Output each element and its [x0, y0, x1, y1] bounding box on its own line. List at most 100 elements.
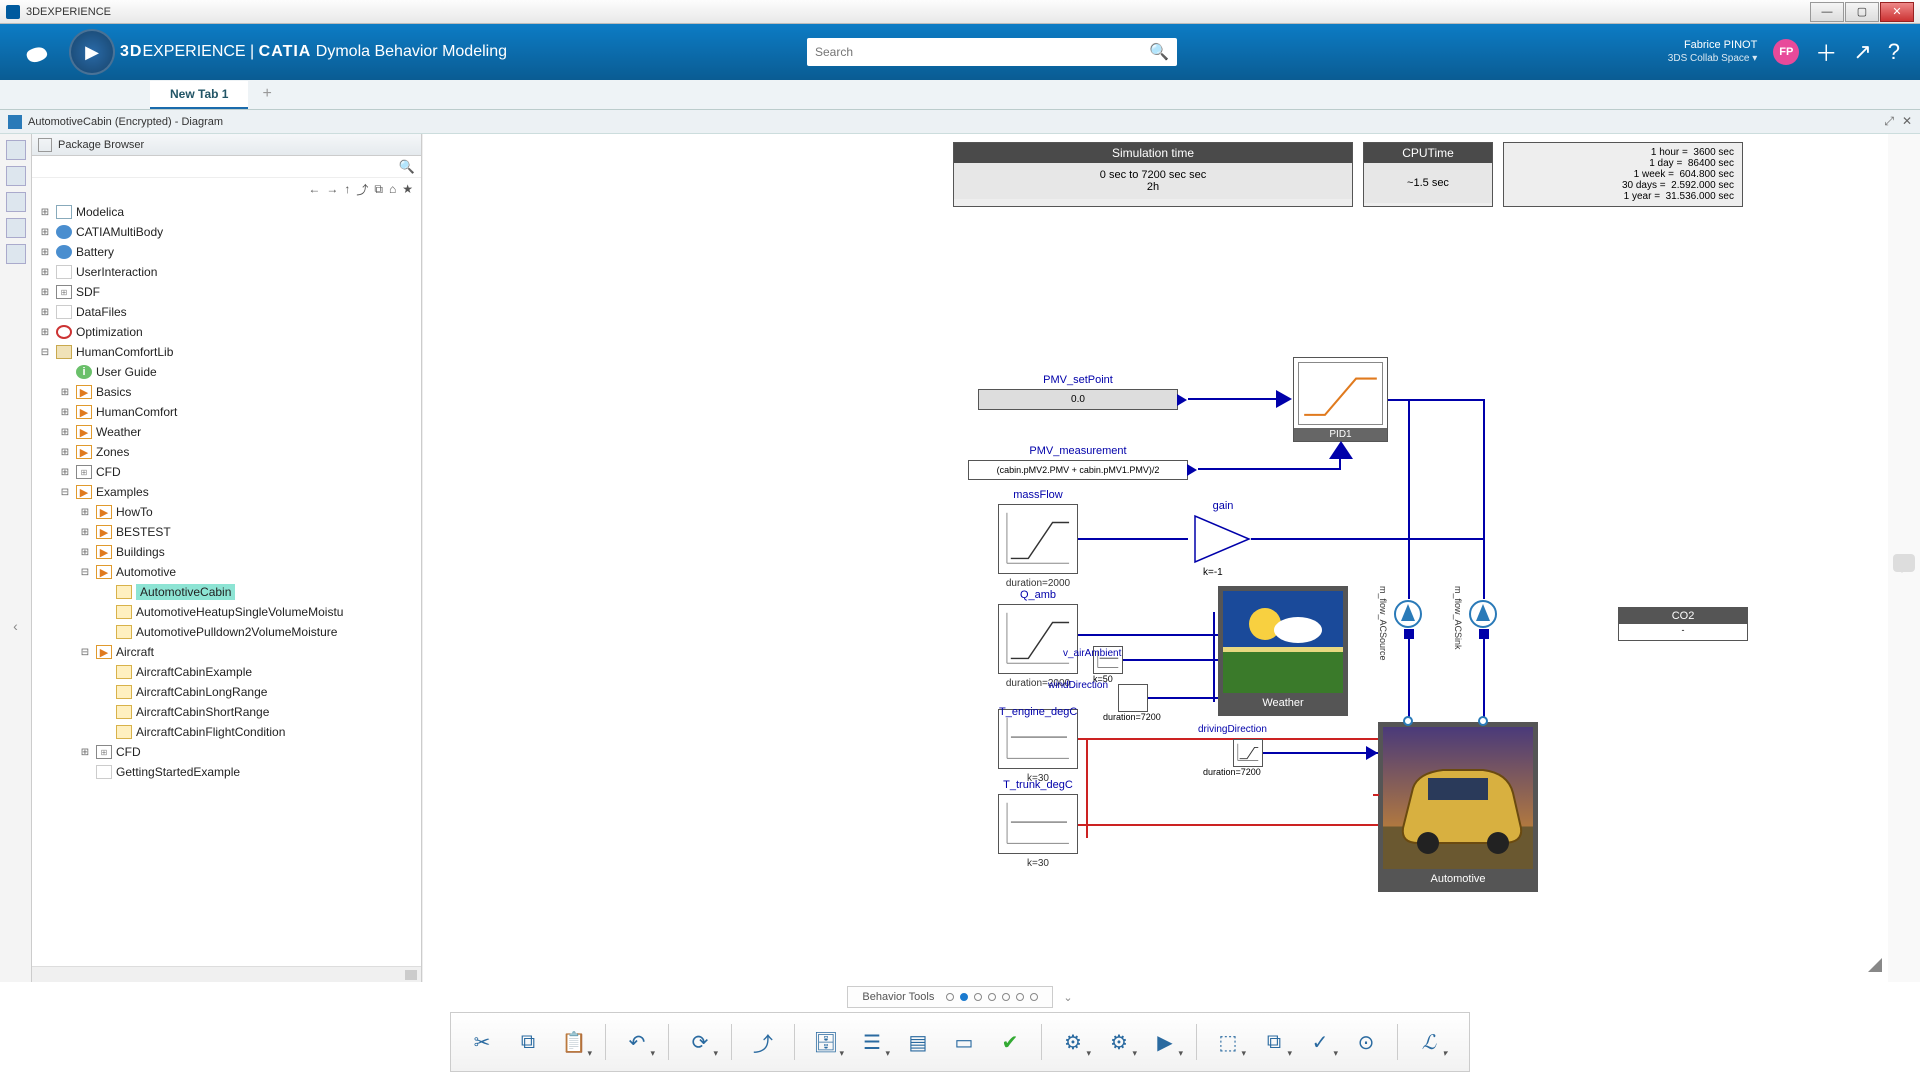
play-icon[interactable]: ▶ [1146, 1023, 1184, 1061]
tree-item[interactable]: ⊟HumanComfortLib [32, 342, 421, 362]
tree-item[interactable]: ⊞⊞CFD [32, 462, 421, 482]
cut-icon[interactable]: ✂ [463, 1023, 501, 1061]
search-input[interactable] [815, 45, 1149, 59]
diagram-canvas[interactable]: Simulation time 0 sec to 7200 sec sec2h … [422, 134, 1888, 982]
tree-item[interactable]: AircraftCabinShortRange [32, 702, 421, 722]
tree-toggle-icon[interactable]: ⊞ [78, 527, 92, 538]
package-search-icon[interactable]: 🔍 [399, 159, 415, 175]
add-icon[interactable]: ＋ [1815, 36, 1837, 68]
tree-nav-icon[interactable]: ↑ [344, 182, 350, 196]
tree-item[interactable]: AutomotiveCabin [32, 582, 421, 602]
gain-block[interactable]: gain k=-1 [1193, 514, 1253, 564]
tree-nav-icon[interactable]: ← [308, 182, 320, 196]
tree-toggle-icon[interactable]: ⊞ [38, 207, 52, 218]
tree-toggle-icon[interactable]: ⊞ [58, 387, 72, 398]
tree-toggle-icon[interactable]: ⊞ [38, 327, 52, 338]
tree-item[interactable]: ⊞⊞CFD [32, 742, 421, 762]
comments-icon[interactable] [1893, 554, 1915, 572]
automotive-block[interactable]: Automotive [1378, 722, 1538, 892]
collapse-left-icon[interactable]: ‹ [13, 618, 18, 634]
tree-nav-icon[interactable]: → [326, 182, 338, 196]
resize-handle-icon[interactable] [1868, 958, 1882, 972]
tab-new-tab-1[interactable]: New Tab 1 [150, 81, 248, 109]
qamb-block[interactable]: Q_amb duration=2000 [998, 604, 1078, 674]
tree-nav-icon[interactable]: ⌂ [389, 182, 396, 196]
t-engine-block[interactable]: T_engine_degC k=30 [998, 709, 1078, 769]
tree-item[interactable]: ⊟▶Aircraft [32, 642, 421, 662]
rail-btn-5[interactable] [6, 244, 26, 264]
rail-btn-3[interactable] [6, 192, 26, 212]
tree-item[interactable]: ⊞▶Weather [32, 422, 421, 442]
maximize-button[interactable]: ▢ [1845, 2, 1879, 22]
tree-toggle-icon[interactable]: ⊞ [78, 547, 92, 558]
tree-item[interactable]: ⊞▶Basics [32, 382, 421, 402]
share-icon[interactable]: ↗ [1853, 39, 1871, 65]
ac-sink-pump[interactable] [1468, 599, 1498, 629]
validate-icon[interactable]: ✓ [1301, 1023, 1339, 1061]
rail-btn-4[interactable] [6, 218, 26, 238]
tree-item[interactable]: ⊞CATIAMultiBody [32, 222, 421, 242]
tree-toggle-icon[interactable]: ⊟ [78, 647, 92, 658]
pmv-setpoint-block[interactable]: PMV_setPoint 0.0 [978, 389, 1178, 410]
tree-item[interactable]: ⊞Battery [32, 242, 421, 262]
tree-item[interactable]: ⊞Modelica [32, 202, 421, 222]
user-info[interactable]: Fabrice PINOT 3DS Collab Space ▾ [1668, 39, 1758, 64]
tree-item[interactable]: AircraftCabinFlightCondition [32, 722, 421, 742]
horizontal-scrollbar[interactable] [32, 966, 421, 982]
document-icon[interactable]: ▤ [899, 1023, 937, 1061]
search-box[interactable]: 🔍 [807, 38, 1177, 66]
tree-item[interactable]: GettingStartedExample [32, 762, 421, 782]
weather-block[interactable]: Weather [1218, 586, 1348, 716]
page-dot[interactable] [946, 993, 954, 1001]
expand-icon[interactable]: ⤢ [1884, 114, 1894, 129]
tree-toggle-icon[interactable]: ⊞ [58, 407, 72, 418]
library-icon[interactable]: ℒ [1410, 1023, 1448, 1061]
undo-icon[interactable]: ↶ [618, 1023, 656, 1061]
tree-item[interactable]: AircraftCabinExample [32, 662, 421, 682]
page-dot-active[interactable] [960, 993, 968, 1001]
page-dot[interactable] [974, 993, 982, 1001]
page-dot[interactable] [988, 993, 996, 1001]
model-icon[interactable]: ⬚ [1209, 1023, 1247, 1061]
massflow-block[interactable]: massFlow duration=2000 [998, 504, 1078, 574]
tree-toggle-icon[interactable]: ⊞ [58, 427, 72, 438]
tree-toggle-icon[interactable]: ⊟ [58, 487, 72, 498]
check-icon[interactable]: ✔ [991, 1023, 1029, 1061]
refresh-icon[interactable]: ⟳ [681, 1023, 719, 1061]
tree-toggle-icon[interactable]: ⊟ [78, 567, 92, 578]
rail-btn-2[interactable] [6, 166, 26, 186]
tree-nav-icon[interactable]: ⤴ [356, 181, 368, 198]
tree-item[interactable]: ⊟▶Automotive [32, 562, 421, 582]
pid-block[interactable]: PID1 [1293, 357, 1388, 442]
tree-item[interactable]: ⊞▶BESTEST [32, 522, 421, 542]
co2-block[interactable]: CO2 - [1618, 607, 1748, 641]
tree-toggle-icon[interactable]: ⊟ [38, 347, 52, 358]
page-dot[interactable] [1030, 993, 1038, 1001]
tree-toggle-icon[interactable]: ⊞ [38, 287, 52, 298]
minimize-button[interactable]: — [1810, 2, 1844, 22]
tree-item[interactable]: ⊞▶HumanComfort [32, 402, 421, 422]
tree-toggle-icon[interactable]: ⊞ [38, 247, 52, 258]
driving-direction-block[interactable] [1233, 739, 1263, 767]
tree-item[interactable]: ⊞▶Buildings [32, 542, 421, 562]
simulate-icon[interactable]: ⚙ [1054, 1023, 1092, 1061]
tree-toggle-icon[interactable]: ⊞ [38, 267, 52, 278]
tree-item[interactable]: ⊟▶Examples [32, 482, 421, 502]
layers-icon[interactable]: ⧉ [1255, 1023, 1293, 1061]
tree-toggle-icon[interactable]: ⊞ [38, 227, 52, 238]
tree-item[interactable]: iUser Guide [32, 362, 421, 382]
page-dot[interactable] [1016, 993, 1024, 1001]
ac-source-pump[interactable] [1393, 599, 1423, 629]
wind-direction-block[interactable] [1118, 684, 1148, 712]
tree-item[interactable]: AutomotivePulldown2VolumeMoisture [32, 622, 421, 642]
animate-icon[interactable]: ⚙ [1100, 1023, 1138, 1061]
help-icon[interactable]: ? [1888, 39, 1900, 65]
copy-icon[interactable]: ⧉ [509, 1023, 547, 1061]
t-trunk-block[interactable]: T_trunk_degC k=30 [998, 794, 1078, 854]
tree-item[interactable]: ⊞UserInteraction [32, 262, 421, 282]
tree-item[interactable]: ⊞⊞SDF [32, 282, 421, 302]
search-icon[interactable]: 🔍 [1149, 42, 1169, 62]
tree-item[interactable]: ⊞▶Zones [32, 442, 421, 462]
user-avatar[interactable]: FP [1773, 39, 1799, 65]
tree-item[interactable]: ⊞Optimization [32, 322, 421, 342]
